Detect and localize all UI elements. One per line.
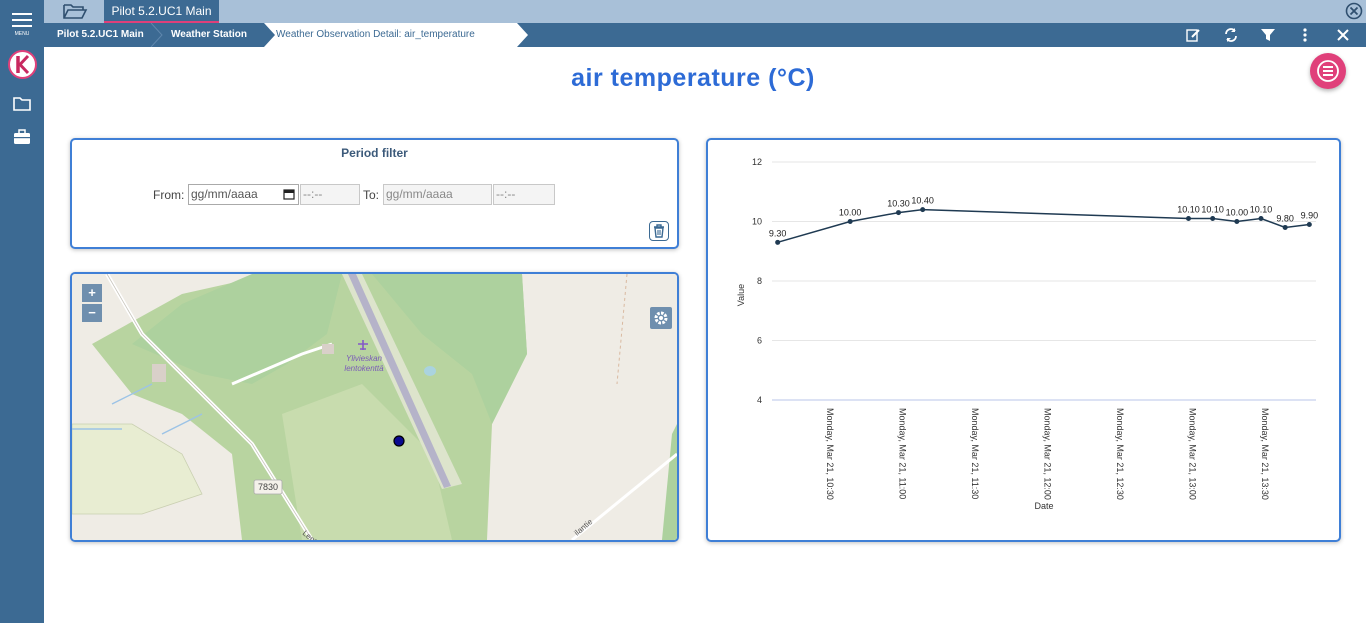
breadcrumb-separator	[150, 23, 163, 47]
y-axis-label: Value	[736, 284, 746, 306]
breadcrumb: Pilot 5.2.UC1 Main Weather Station Weath…	[44, 23, 1366, 47]
calendar-icon[interactable]	[283, 188, 295, 200]
y-tick-label: 4	[757, 395, 762, 405]
data-label: 10.10	[1201, 205, 1224, 215]
x-tick-label: Monday, Mar 21, 10:30	[825, 408, 835, 500]
tab-strip: Pilot 5.2.UC1 Main	[44, 0, 1366, 23]
x-tick-label: Monday, Mar 21, 11:00	[898, 408, 908, 499]
data-point	[1234, 219, 1240, 224]
data-label: 10.10	[1250, 205, 1273, 215]
hamburger-icon	[1317, 60, 1339, 82]
y-tick-label: 8	[757, 276, 762, 286]
close-icon[interactable]	[1335, 27, 1351, 43]
data-label: 10.30	[887, 199, 910, 209]
from-time-input[interactable]: --:--	[300, 184, 360, 205]
refresh-icon[interactable]	[1223, 27, 1239, 43]
map-panel[interactable]: Ylivieskan lentokenttä 7830 Lent ilantie…	[70, 272, 679, 542]
menu-button[interactable]: MENU	[10, 13, 34, 37]
data-point	[1306, 221, 1312, 227]
x-tick-label: Monday, Mar 21, 11:30	[970, 408, 980, 499]
edit-icon[interactable]	[1185, 27, 1201, 43]
line-chart: 4 6 8 10 12 Monday, Mar 21, 10:30 Monday, Mar …	[736, 157, 1319, 511]
x-tick-label: Monday, Mar 21, 13:00	[1188, 408, 1198, 500]
data-point	[1282, 224, 1288, 230]
close-circle-icon[interactable]	[1345, 2, 1363, 20]
to-label: To:	[363, 188, 380, 202]
data-point	[1186, 216, 1191, 222]
map-settings-button[interactable]	[650, 307, 672, 329]
filter-icon[interactable]	[1260, 27, 1276, 43]
trash-icon	[654, 224, 664, 238]
data-point	[1258, 216, 1264, 222]
gear-icon	[654, 311, 668, 325]
data-label: 10.00	[1226, 208, 1249, 218]
road-number-label: 7830	[258, 482, 278, 492]
page-title: air temperature (°C)	[571, 64, 815, 92]
chart-panel: 4 6 8 10 12 Monday, Mar 21, 10:30 Monday, Mar …	[706, 138, 1341, 542]
x-tick-label: Monday, Mar 21, 12:30	[1115, 408, 1125, 500]
to-date-input[interactable]: gg/mm/aaaa	[383, 184, 492, 205]
y-tick-label: 12	[752, 157, 762, 167]
briefcase-icon[interactable]	[12, 128, 32, 146]
k-logo-icon[interactable]	[8, 50, 37, 79]
airport-map-label: Ylivieskan	[346, 354, 383, 363]
data-point	[1210, 216, 1216, 222]
breadcrumb-item-observation-detail[interactable]: Weather Observation Detail: air_temperat…	[264, 23, 529, 47]
to-time-input[interactable]: --:--	[493, 184, 555, 205]
open-folder-icon[interactable]	[62, 2, 88, 20]
data-point	[896, 210, 901, 216]
data-point	[775, 239, 781, 245]
data-point	[920, 207, 926, 213]
x-tick-label: Monday, Mar 21, 12:00	[1043, 408, 1053, 500]
hamburger-icon	[12, 13, 32, 15]
airport-map-label-2: lentokenttä	[344, 364, 384, 373]
x-tick-label: Monday, Mar 21, 13:30	[1260, 408, 1270, 500]
x-axis-label: Date	[1034, 501, 1053, 511]
data-label: 10.10	[1177, 205, 1200, 215]
menu-fab-button[interactable]	[1310, 53, 1346, 89]
data-label: 9.80	[1276, 213, 1294, 223]
zoom-out-button[interactable]: −	[82, 304, 102, 322]
y-tick-label: 6	[757, 336, 762, 346]
breadcrumb-item-weather-station[interactable]: Weather Station	[171, 23, 247, 47]
period-filter-title: Period filter	[341, 146, 408, 160]
station-marker[interactable]	[393, 435, 405, 447]
data-label: 10.00	[839, 208, 862, 218]
from-date-input[interactable]: gg/mm/aaaa	[188, 184, 299, 205]
data-point	[847, 219, 853, 224]
y-tick-label: 10	[752, 217, 762, 227]
zoom-in-button[interactable]: +	[82, 284, 102, 302]
map-canvas[interactable]: Ylivieskan lentokenttä 7830 Lent ilantie	[72, 274, 677, 540]
more-vertical-icon[interactable]	[1297, 27, 1313, 43]
menu-caption: MENU	[14, 31, 30, 37]
data-label: 9.30	[769, 228, 787, 238]
from-label: From:	[153, 188, 185, 202]
data-label: 9.90	[1301, 210, 1319, 220]
clear-filter-button[interactable]	[649, 221, 669, 241]
breadcrumb-item-pilot-main[interactable]: Pilot 5.2.UC1 Main	[57, 23, 144, 47]
left-sidebar: MENU	[0, 0, 44, 623]
period-filter-panel: Period filter From: gg/mm/aaaa --:-- To:…	[70, 138, 679, 249]
tab-pilot-main[interactable]: Pilot 5.2.UC1 Main	[104, 0, 219, 23]
data-label: 10.40	[911, 196, 934, 206]
folder-icon[interactable]	[12, 95, 32, 113]
